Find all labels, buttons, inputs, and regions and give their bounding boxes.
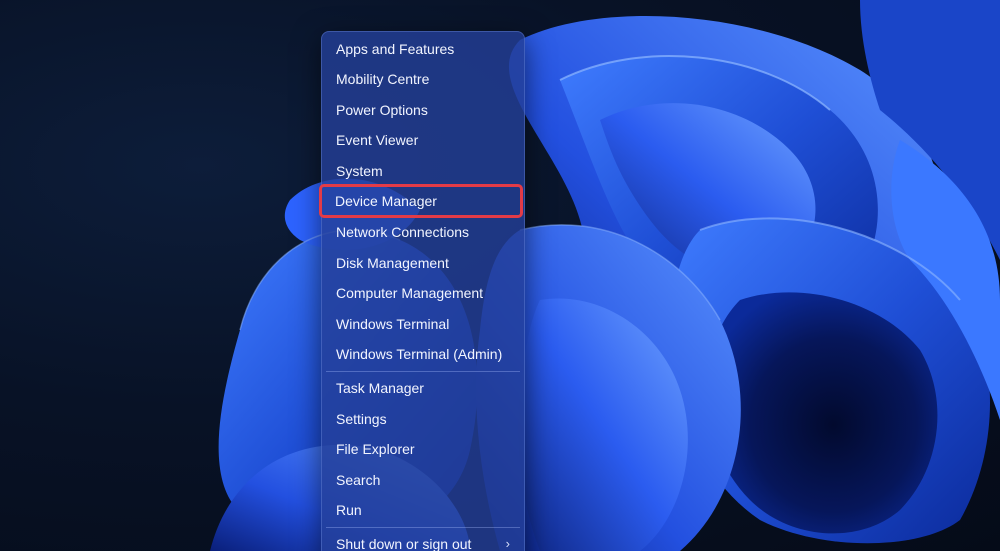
- winx-context-menu: Apps and Features Mobility Centre Power …: [319, 31, 525, 551]
- menu-item-file-explorer[interactable]: File Explorer: [322, 434, 524, 464]
- menu-separator: [326, 371, 520, 372]
- menu-item-disk-management[interactable]: Disk Management: [322, 248, 524, 278]
- menu-item-network-connections[interactable]: Network Connections: [322, 217, 524, 247]
- menu-item-system[interactable]: System: [322, 156, 524, 186]
- menu-item-power-options[interactable]: Power Options: [322, 95, 524, 125]
- menu-item-computer-management[interactable]: Computer Management: [322, 278, 524, 308]
- chevron-right-icon: ›: [505, 536, 510, 551]
- menu-item-event-viewer[interactable]: Event Viewer: [322, 125, 524, 155]
- menu-item-device-manager[interactable]: Device Manager: [319, 184, 523, 218]
- menu-item-mobility-centre[interactable]: Mobility Centre: [322, 64, 524, 94]
- menu-item-shut-down-or-sign-out[interactable]: Shut down or sign out ›: [322, 529, 524, 551]
- desktop: Apps and Features Mobility Centre Power …: [0, 0, 1000, 551]
- menu-item-run[interactable]: Run: [322, 495, 524, 525]
- menu-item-windows-terminal[interactable]: Windows Terminal: [322, 309, 524, 339]
- menu-separator: [326, 527, 520, 528]
- menu-item-settings[interactable]: Settings: [322, 404, 524, 434]
- menu-item-task-manager[interactable]: Task Manager: [322, 373, 524, 403]
- menu-item-windows-terminal-admin[interactable]: Windows Terminal (Admin): [322, 339, 524, 369]
- menu-item-label: Shut down or sign out: [336, 536, 472, 551]
- menu-item-search[interactable]: Search: [322, 465, 524, 495]
- menu-item-apps-and-features[interactable]: Apps and Features: [322, 34, 524, 64]
